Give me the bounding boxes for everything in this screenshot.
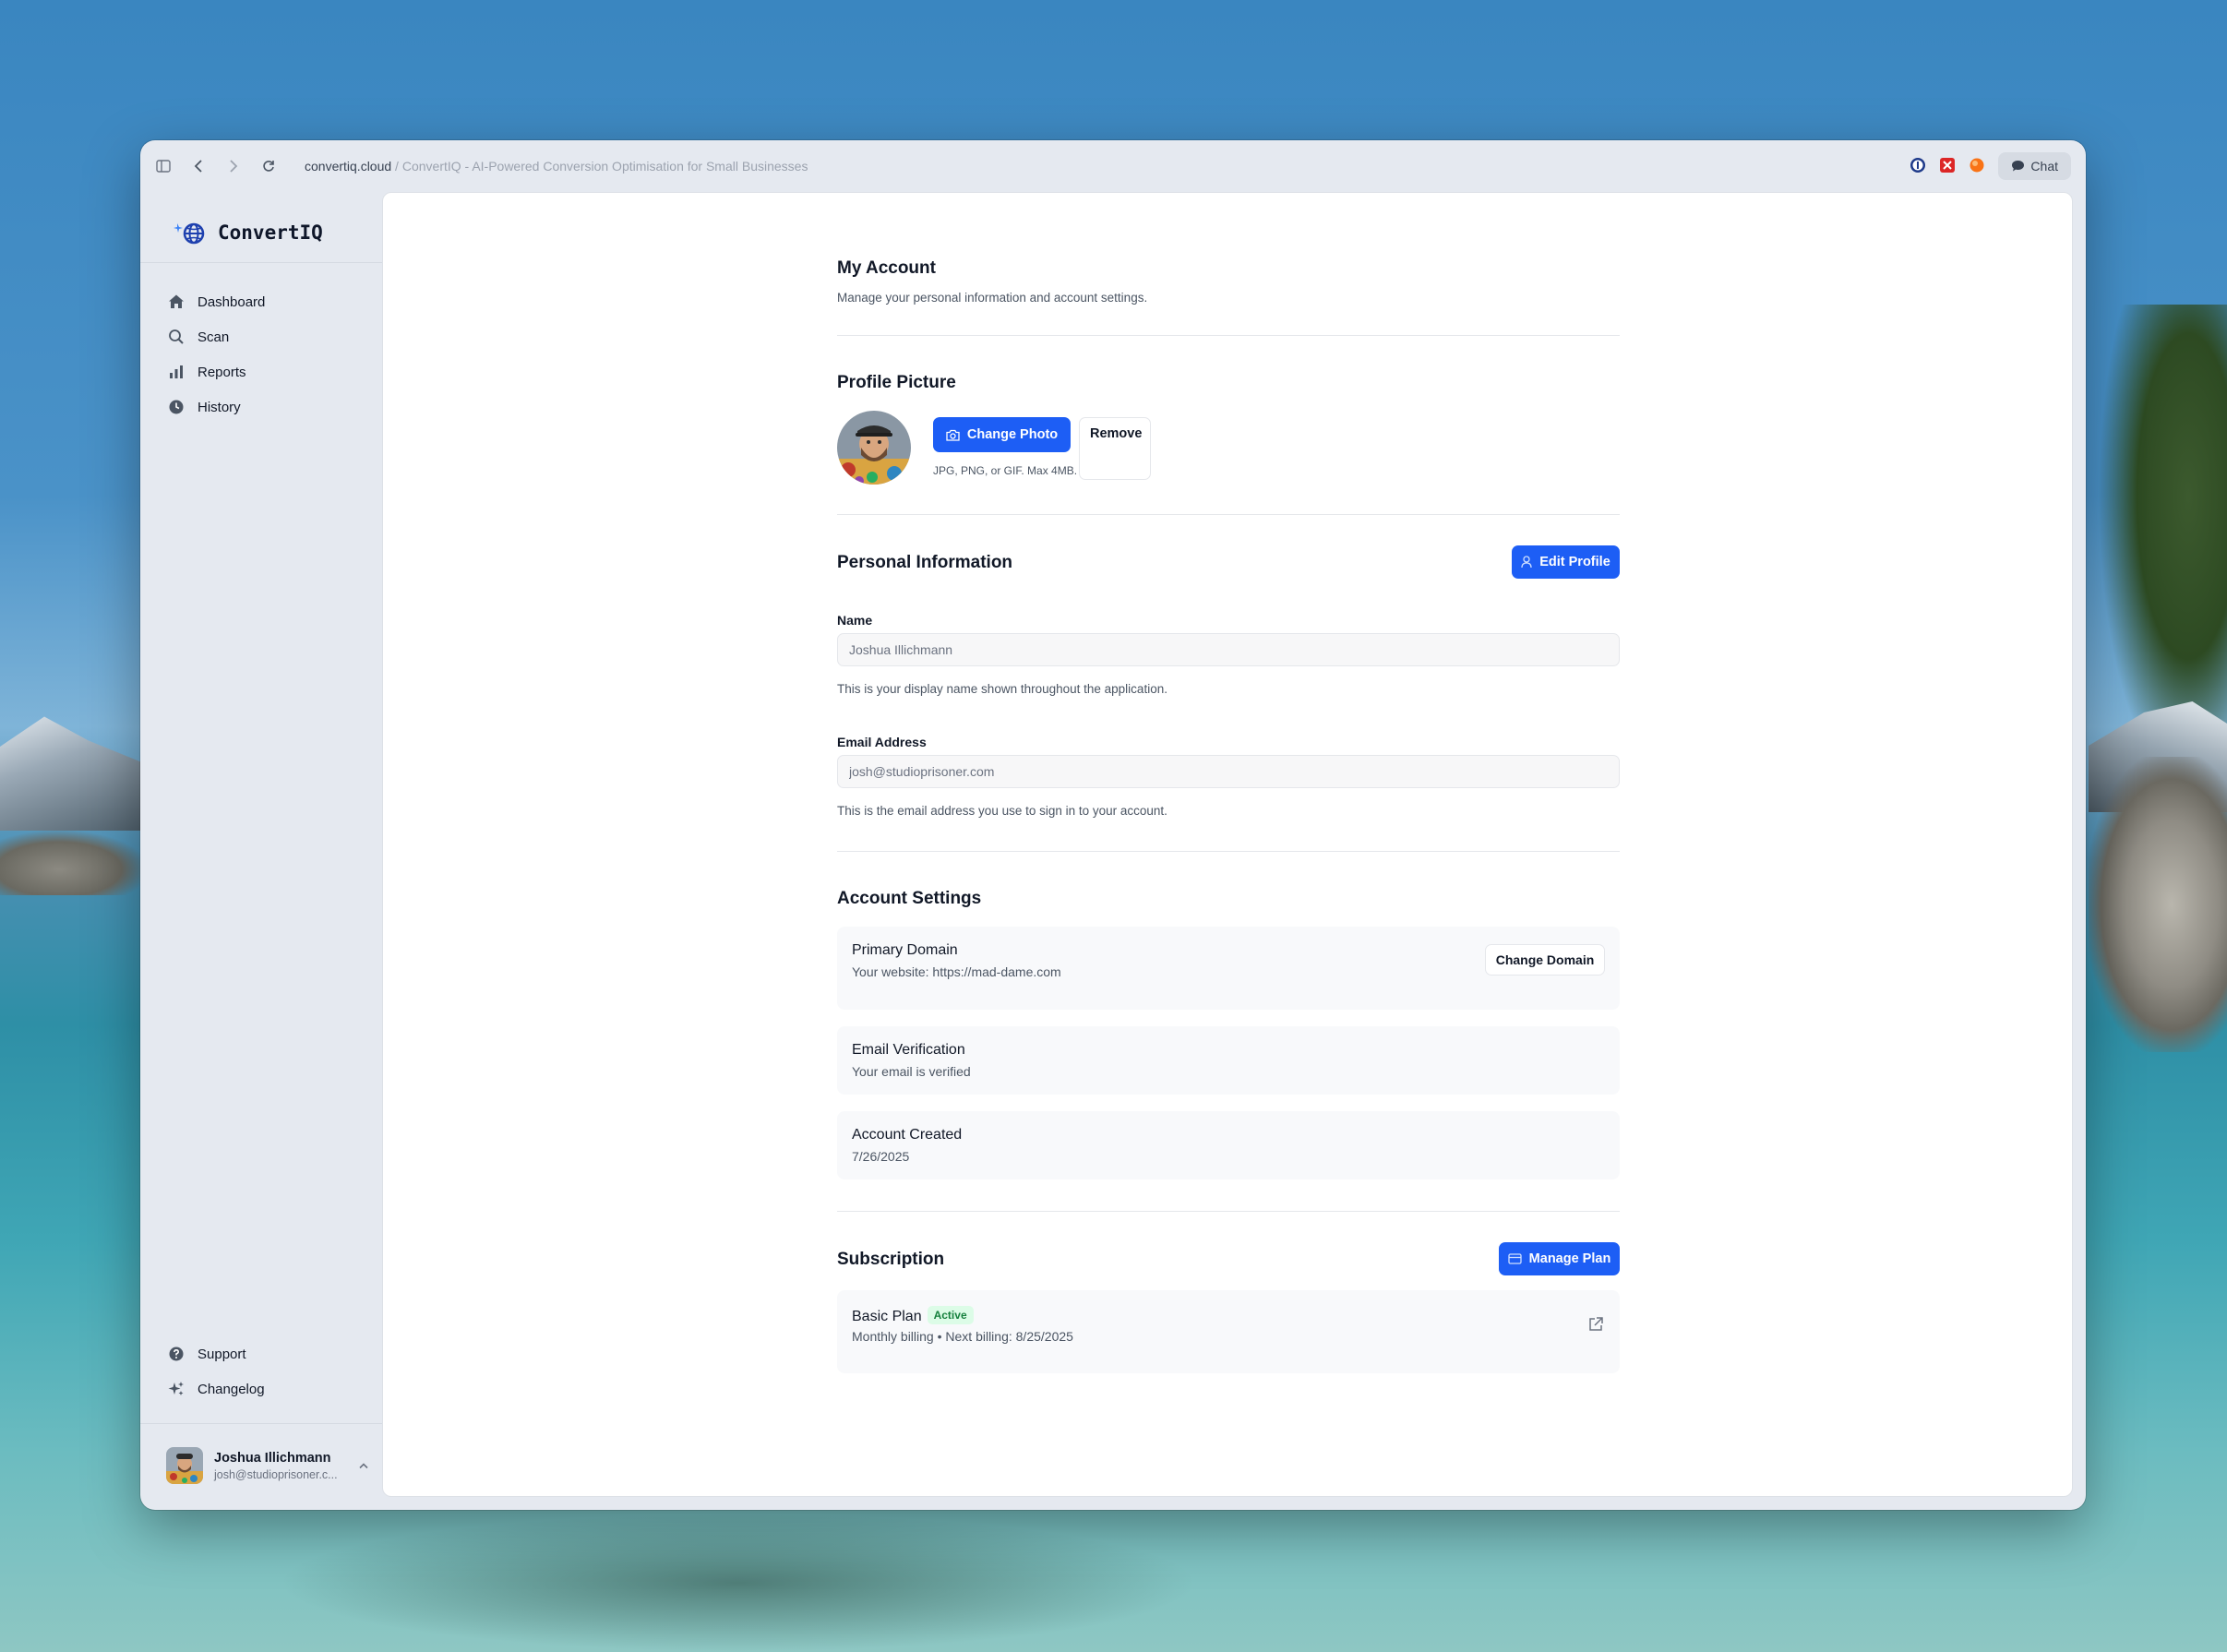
photo-hint: JPG, PNG, or GIF. Max 4MB. — [933, 464, 1078, 477]
sidebar-divider — [140, 262, 382, 263]
brand-logo[interactable]: ConvertIQ — [174, 220, 323, 245]
manage-plan-label: Manage Plan — [1528, 1251, 1611, 1266]
sidebar-toggle-icon[interactable] — [155, 158, 172, 174]
url-domain: convertiq.cloud — [305, 159, 392, 174]
change-photo-label: Change Photo — [966, 427, 1059, 442]
page-title: My Account — [837, 258, 936, 278]
chevron-up-icon — [359, 1463, 368, 1469]
sidebar-bottom-nav: Support Changelog — [164, 1336, 367, 1407]
section-divider — [837, 514, 1620, 515]
chat-button[interactable]: Chat — [1998, 152, 2071, 180]
section-divider — [837, 335, 1620, 336]
help-circle-icon — [169, 1347, 184, 1361]
edit-profile-button[interactable]: Edit Profile — [1512, 545, 1620, 579]
change-domain-label: Change Domain — [1495, 952, 1595, 967]
primary-domain-value: Your website: https://mad-dame.com — [852, 964, 1061, 979]
email-verification-card: Email Verification Your email is verifie… — [837, 1026, 1620, 1095]
primary-domain-title: Primary Domain — [852, 942, 958, 958]
bar-chart-icon — [170, 365, 183, 378]
plan-card: Basic Plan Active Monthly billing • Next … — [837, 1290, 1620, 1373]
browser-window: convertiq.cloud / ConvertIQ - AI-Powered… — [140, 140, 2086, 1510]
sidebar-item-reports[interactable]: Reports — [164, 354, 367, 389]
main-panel: My Account Manage your personal informat… — [382, 192, 2073, 1497]
extension-icon[interactable] — [1969, 157, 1985, 176]
email-input[interactable] — [837, 755, 1620, 788]
search-icon — [169, 329, 184, 344]
name-help: This is your display name shown througho… — [837, 682, 1167, 696]
sidebar-item-support[interactable]: Support — [164, 1336, 367, 1371]
user-icon — [1521, 556, 1532, 569]
change-domain-button[interactable]: Change Domain — [1485, 944, 1605, 976]
password-manager-icon[interactable] — [1910, 157, 1926, 176]
sidebar-item-label: Support — [198, 1346, 246, 1362]
edit-profile-label: Edit Profile — [1539, 555, 1610, 569]
remove-photo-label: Remove — [1090, 426, 1143, 441]
manage-plan-button[interactable]: Manage Plan — [1499, 1242, 1620, 1275]
sidebar-item-scan[interactable]: Scan — [164, 319, 367, 354]
primary-domain-card: Primary Domain Your website: https://mad… — [837, 927, 1620, 1010]
sidebar-item-changelog[interactable]: Changelog — [164, 1371, 367, 1407]
account-settings-heading: Account Settings — [837, 889, 982, 908]
page-subtitle: Manage your personal information and acc… — [837, 291, 1148, 305]
email-verification-title: Email Verification — [852, 1042, 965, 1058]
email-help: This is the email address you use to sig… — [837, 804, 1167, 818]
change-photo-button[interactable]: Change Photo — [933, 417, 1071, 452]
profile-avatar — [837, 411, 911, 485]
background-rocks — [0, 831, 148, 895]
sidebar-item-label: Changelog — [198, 1381, 265, 1397]
subscription-heading: Subscription — [837, 1250, 945, 1269]
forward-icon[interactable] — [225, 158, 242, 174]
sparkles-icon — [168, 1382, 184, 1395]
background-mountain — [0, 716, 148, 831]
address-bar[interactable]: convertiq.cloud / ConvertIQ - AI-Powered… — [305, 159, 808, 174]
status-badge: Active — [927, 1306, 974, 1324]
email-verification-status: Your email is verified — [852, 1064, 971, 1079]
clock-icon — [169, 400, 184, 414]
url-separator: / — [391, 159, 402, 174]
sidebar-item-label: Scan — [198, 329, 230, 345]
external-link-icon[interactable] — [1587, 1316, 1604, 1333]
name-input[interactable] — [837, 633, 1620, 666]
sidebar-item-label: Dashboard — [198, 293, 266, 310]
user-email: josh@studioprisoner.c... — [214, 1467, 338, 1481]
sidebar-nav: Dashboard Scan Reports History — [164, 284, 367, 425]
email-label: Email Address — [837, 735, 927, 749]
name-label: Name — [837, 613, 873, 628]
plan-title: Basic Plan Active — [852, 1306, 974, 1325]
chat-bubble-icon — [2012, 161, 2025, 172]
background-rocks — [2089, 757, 2227, 1052]
plan-name: Basic Plan — [852, 1309, 922, 1324]
user-menu[interactable]: Joshua Illichmann josh@studioprisoner.c.… — [166, 1445, 369, 1486]
sidebar-item-history[interactable]: History — [164, 389, 367, 425]
sidebar-divider — [140, 1423, 382, 1424]
section-divider — [837, 1211, 1620, 1212]
remove-photo-button[interactable]: Remove — [1079, 417, 1151, 480]
personal-info-heading: Personal Information — [837, 553, 1013, 572]
sidebar: ConvertIQ Dashboard Scan Reports History — [140, 192, 382, 1510]
user-name: Joshua Illichmann — [214, 1450, 331, 1466]
profile-picture-heading: Profile Picture — [837, 373, 956, 392]
credit-card-icon — [1508, 1253, 1522, 1264]
chat-label: Chat — [2030, 159, 2058, 174]
sidebar-item-label: History — [198, 399, 241, 415]
back-icon[interactable] — [190, 158, 207, 174]
account-created-date: 7/26/2025 — [852, 1149, 910, 1164]
reload-icon[interactable] — [260, 158, 277, 174]
camera-icon — [946, 429, 960, 441]
brand-name: ConvertIQ — [218, 221, 323, 244]
home-icon — [169, 294, 184, 308]
browser-toolbar: convertiq.cloud / ConvertIQ - AI-Powered… — [140, 140, 2086, 192]
url-page-title: ConvertIQ - AI-Powered Conversion Optimi… — [401, 159, 808, 174]
blocker-extension-icon[interactable] — [1939, 157, 1956, 176]
background-water — [277, 1514, 1200, 1652]
globe-sparkle-icon — [174, 222, 205, 245]
section-divider — [837, 851, 1620, 852]
avatar — [166, 1447, 203, 1484]
sidebar-item-label: Reports — [198, 364, 246, 380]
account-created-title: Account Created — [852, 1127, 963, 1143]
sidebar-item-dashboard[interactable]: Dashboard — [164, 284, 367, 319]
plan-billing: Monthly billing • Next billing: 8/25/202… — [852, 1329, 1073, 1344]
account-created-card: Account Created 7/26/2025 — [837, 1111, 1620, 1179]
